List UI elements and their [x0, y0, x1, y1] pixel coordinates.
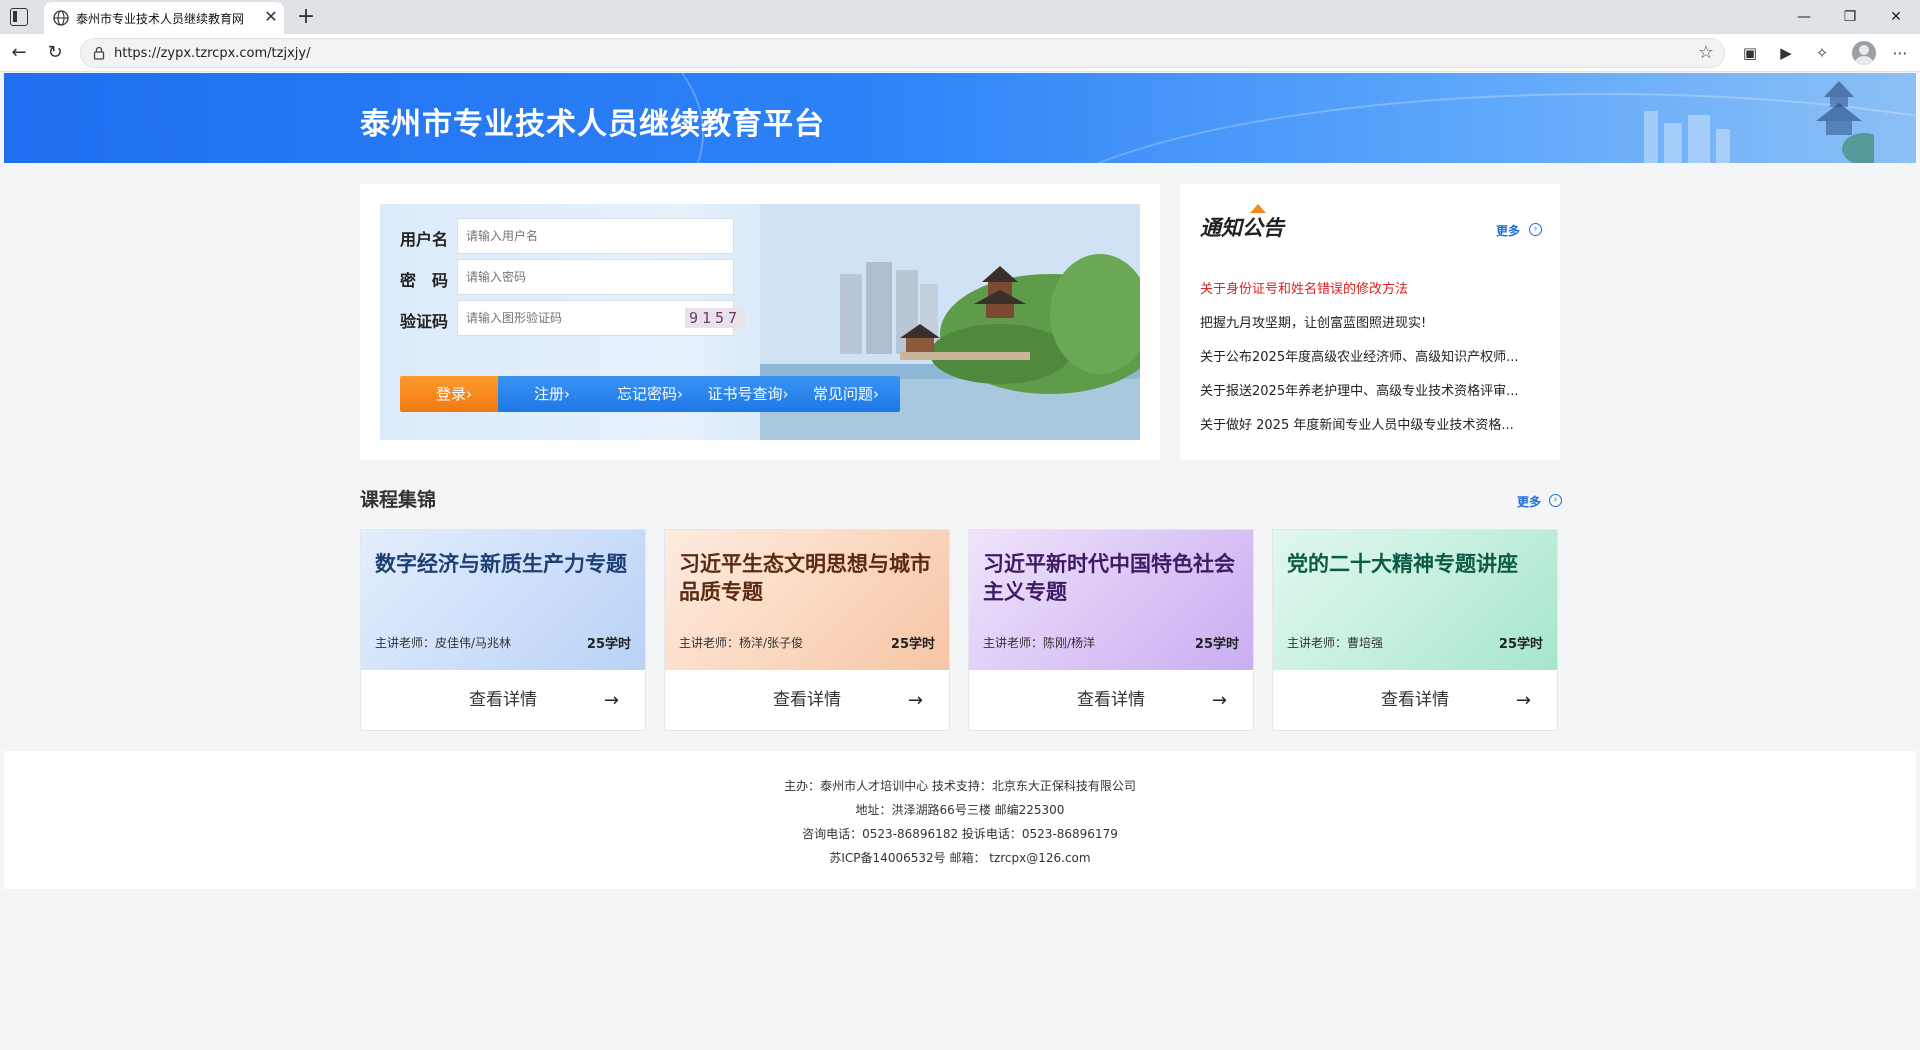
site-footer: 主办：泰州市人才培训中心 技术支持：北京东大正保科技有限公司 地址：洪泽湖路66…: [4, 751, 1916, 889]
chevron-right-icon[interactable]: ›: [1549, 494, 1562, 507]
profile-avatar[interactable]: [1852, 41, 1876, 65]
browser-toolbar: ← ↻ https://zypx.tzrcpx.com/tzjxjy/ ☆ ▣ …: [0, 34, 1920, 72]
minimize-icon[interactable]: —: [1782, 4, 1826, 30]
notice-item[interactable]: 关于公布2025年度高级农业经济师、高级知识产权师...: [1200, 346, 1540, 365]
banner-decoration: [1004, 93, 1916, 163]
password-input[interactable]: [457, 259, 734, 295]
course-hours: 25学时: [890, 637, 935, 652]
lock-icon: [93, 46, 105, 60]
view-details-button[interactable]: 查看详情: [1273, 670, 1557, 730]
username-input[interactable]: [457, 218, 734, 254]
url-text: https://zypx.tzrcpx.com/tzjxjy/: [114, 46, 311, 61]
notice-panel: 通知公告 更多 › 关于身份证号和姓名错误的修改方法 把握九月攻坚期，让创富蓝图…: [1180, 184, 1560, 460]
course-teacher: 主讲老师：杨洋/张子俊: [679, 636, 804, 650]
course-teacher: 主讲老师：曹培强: [1287, 636, 1384, 650]
course-hours: 25学时: [586, 637, 631, 652]
faq-button[interactable]: 常见问题›: [792, 376, 900, 412]
back-icon[interactable]: ←: [6, 40, 32, 66]
course-teacher: 主讲老师：陈刚/杨洋: [983, 636, 1096, 650]
course-title: 党的二十大精神专题讲座: [1287, 552, 1518, 576]
banner-building: [1644, 111, 1658, 163]
notice-item[interactable]: 关于报送2025年养老护理中、高级专业技术资格评审...: [1200, 380, 1540, 399]
course-card[interactable]: 数字经济与新质生产力专题 主讲老师：皮佳伟/马兆林 25学时 查看详情 →: [360, 529, 646, 731]
course-title: 数字经济与新质生产力专题: [375, 552, 627, 576]
notice-item[interactable]: 把握九月攻坚期，让创富蓝图照进现实!: [1200, 312, 1540, 331]
captcha-label: 验证码: [400, 312, 449, 331]
course-title: 习近平新时代中国特色社会主义专题: [983, 552, 1235, 604]
tab-title: 泰州市专业技术人员继续教育网: [76, 12, 245, 26]
view-details-button[interactable]: 查看详情: [969, 670, 1253, 730]
browser-tab-bar: 泰州市专业技术人员继续教育网 ✕ + — ❐ ✕: [0, 0, 1920, 34]
courses-section-title: 课程集锦: [360, 489, 437, 511]
notice-item[interactable]: 关于做好 2025 年度新闻专业人员中级专业技术资格...: [1200, 414, 1540, 433]
login-button[interactable]: 登录›: [400, 376, 508, 412]
view-details-button[interactable]: 查看详情: [665, 670, 949, 730]
course-title: 习近平生态文明思想与城市品质专题: [679, 552, 931, 604]
globe-icon: [53, 10, 69, 26]
arrow-right-icon[interactable]: →: [908, 690, 923, 711]
pagoda-icon: [1816, 81, 1874, 163]
cert-query-button[interactable]: 证书号查询›: [694, 376, 802, 412]
register-button[interactable]: 注册›: [498, 376, 606, 412]
course-card-header: 党的二十大精神专题讲座 主讲老师：曹培强 25学时: [1273, 530, 1557, 670]
username-label: 用户名: [400, 230, 449, 249]
course-hours: 25学时: [1194, 637, 1239, 652]
arrow-right-icon[interactable]: →: [604, 690, 619, 711]
footer-phone: 咨询电话：0523-86896182 投诉电话：0523-86896179: [802, 827, 1118, 841]
courses-more-link[interactable]: 更多: [1517, 493, 1541, 510]
chevron-right-icon[interactable]: ›: [1529, 223, 1542, 236]
course-card-header: 习近平生态文明思想与城市品质专题 主讲老师：杨洋/张子俊 25学时: [665, 530, 949, 670]
tab-actions-icon[interactable]: [10, 8, 28, 26]
notice-title: 通知公告: [1200, 216, 1284, 240]
forgot-password-button[interactable]: 忘记密码›: [596, 376, 704, 412]
course-teacher: 主讲老师：皮佳伟/马兆林: [375, 636, 512, 650]
footer-organizer: 主办：泰州市人才培训中心 技术支持：北京东大正保科技有限公司: [784, 779, 1136, 793]
arrow-right-icon[interactable]: →: [1516, 690, 1531, 711]
media-play-icon[interactable]: ▶: [1774, 41, 1798, 65]
course-card-header: 数字经济与新质生产力专题 主讲老师：皮佳伟/马兆林 25学时: [361, 530, 645, 670]
more-menu-icon[interactable]: ⋯: [1888, 41, 1912, 65]
close-window-icon[interactable]: ✕: [1874, 4, 1918, 30]
view-details-button[interactable]: 查看详情: [361, 670, 645, 730]
extensions-icon[interactable]: ✧: [1810, 41, 1834, 65]
refresh-icon[interactable]: ↻: [42, 40, 68, 66]
course-hours: 25学时: [1498, 637, 1543, 652]
close-tab-icon[interactable]: ✕: [262, 7, 280, 27]
footer-address: 地址：洪泽湖路66号三楼 邮编225300: [855, 803, 1065, 817]
site-banner: 泰州市专业技术人员继续教育平台: [4, 73, 1916, 163]
favorite-star-icon[interactable]: ☆: [1698, 42, 1714, 63]
new-tab-icon[interactable]: +: [292, 3, 320, 31]
password-label: 密 码: [400, 271, 449, 290]
course-card[interactable]: 习近平新时代中国特色社会主义专题 主讲老师：陈刚/杨洋 25学时 查看详情 →: [968, 529, 1254, 731]
notice-item[interactable]: 关于身份证号和姓名错误的修改方法: [1200, 278, 1540, 297]
login-panel: 用户名 密 码 验证码 9157 登录› 注册› 忘记密码› 证书号查询› 常见…: [360, 184, 1160, 460]
site-title: 泰州市专业技术人员继续教育平台: [360, 107, 825, 142]
collections-icon[interactable]: ▣: [1738, 41, 1762, 65]
browser-tab[interactable]: 泰州市专业技术人员继续教育网 ✕: [44, 2, 284, 34]
course-card-header: 习近平新时代中国特色社会主义专题 主讲老师：陈刚/杨洋 25学时: [969, 530, 1253, 670]
notice-more-link[interactable]: 更多: [1496, 222, 1520, 239]
footer-icp: 苏ICP备14006532号 邮箱： tzrcpx@126.com: [829, 851, 1091, 865]
restore-icon[interactable]: ❐: [1828, 4, 1872, 30]
banner-building: [1716, 129, 1730, 163]
arrow-right-icon[interactable]: →: [1212, 690, 1227, 711]
address-bar[interactable]: https://zypx.tzrcpx.com/tzjxjy/ ☆: [80, 38, 1725, 68]
banner-building: [1664, 123, 1682, 163]
course-card[interactable]: 习近平生态文明思想与城市品质专题 主讲老师：杨洋/张子俊 25学时 查看详情 →: [664, 529, 950, 731]
banner-building: [1688, 115, 1710, 163]
course-card[interactable]: 党的二十大精神专题讲座 主讲老师：曹培强 25学时 查看详情 →: [1272, 529, 1558, 731]
page-viewport: 泰州市专业技术人员继续教育平台 用户名 请输入用户名 密 码 验证码 请输入图形…: [4, 73, 1916, 1046]
captcha-image[interactable]: 9157: [685, 308, 745, 328]
login-form-background: 用户名 密 码 验证码 9157 登录› 注册› 忘记密码› 证书号查询› 常见…: [380, 204, 1140, 440]
